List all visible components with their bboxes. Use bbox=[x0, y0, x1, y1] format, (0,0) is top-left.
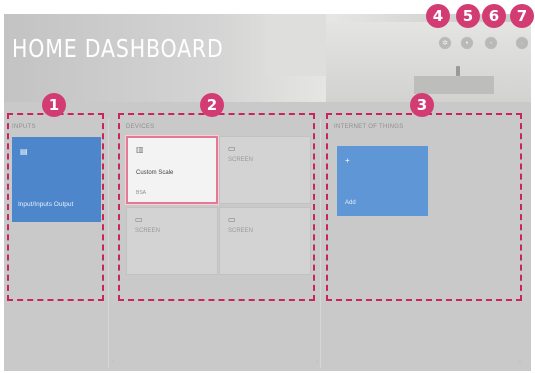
callout-badge: 2 bbox=[200, 93, 224, 117]
input-card-label: Input/Inputs Output bbox=[18, 201, 74, 208]
callout-badge: 3 bbox=[410, 93, 434, 117]
column-divider bbox=[108, 118, 109, 368]
device-tile-label: SCREEN bbox=[228, 228, 254, 234]
footer-mark: ◦ bbox=[316, 359, 318, 365]
speaker-icon: ▥ bbox=[136, 145, 144, 154]
close-icon: · bbox=[520, 39, 524, 47]
footer-mark: ◦ bbox=[519, 359, 521, 365]
room-lamp bbox=[456, 66, 460, 76]
input-card[interactable]: ▤ Input/Inputs Output bbox=[12, 137, 101, 222]
device-icon: ▭ bbox=[135, 215, 143, 224]
gear-icon: ✲ bbox=[442, 39, 448, 47]
hdmi-icon: ▤ bbox=[20, 147, 28, 156]
page-title: HOME DASHBOARD bbox=[12, 34, 224, 63]
device-tile-label: Custom Scale bbox=[136, 170, 174, 176]
iot-header: INTERNET OF THINGS bbox=[334, 124, 404, 130]
callout-badge: 6 bbox=[482, 4, 506, 28]
device-tile-label: SCREEN bbox=[228, 157, 254, 163]
help-button[interactable]: • bbox=[460, 36, 474, 50]
column-divider bbox=[320, 118, 321, 368]
settings-button[interactable]: ✲ bbox=[438, 36, 452, 50]
refresh-icon: ◦ bbox=[489, 39, 493, 47]
device-tile-sub: BSA bbox=[136, 190, 147, 196]
device-tile[interactable]: ▥ Custom Scale BSA bbox=[126, 136, 218, 204]
help-icon: • bbox=[465, 39, 469, 47]
plus-icon: + bbox=[345, 156, 350, 165]
refresh-button[interactable]: ◦ bbox=[484, 36, 498, 50]
device-tile[interactable]: ▭ SCREEN bbox=[126, 207, 218, 275]
device-icon: ▭ bbox=[228, 144, 236, 153]
callout-badge: 1 bbox=[42, 93, 66, 117]
device-tile[interactable]: ▭ SCREEN bbox=[219, 207, 311, 275]
room-furniture bbox=[414, 76, 494, 94]
inputs-header: INPUTS bbox=[12, 124, 36, 130]
close-button[interactable]: · bbox=[515, 36, 529, 50]
callout-badge: 4 bbox=[426, 4, 450, 28]
iot-add-card[interactable]: + Add bbox=[337, 146, 428, 216]
devices-header: DEVICES bbox=[126, 124, 155, 130]
room-panel bbox=[266, 14, 326, 76]
device-tile[interactable]: ▭ SCREEN bbox=[219, 136, 311, 204]
callout-badge: 5 bbox=[456, 4, 480, 28]
footer-mark: ◦ bbox=[112, 359, 114, 365]
tv-screen: HOME DASHBOARD ✲ • ◦ · INPUTS DEVICES IN… bbox=[4, 14, 531, 371]
iot-card-label: Add bbox=[345, 200, 356, 206]
device-tile-label: SCREEN bbox=[135, 228, 161, 234]
device-icon: ▭ bbox=[228, 215, 236, 224]
callout-badge: 7 bbox=[510, 4, 534, 28]
